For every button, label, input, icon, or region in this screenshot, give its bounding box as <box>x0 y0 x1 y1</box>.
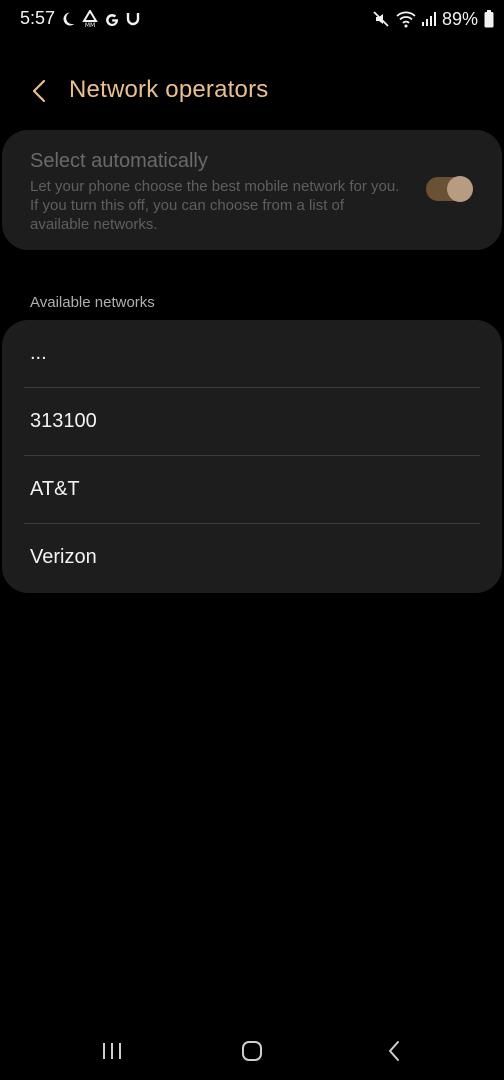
nav-back-button[interactable] <box>374 1036 414 1066</box>
status-left-icons: MM <box>60 9 140 29</box>
mute-icon <box>372 10 390 28</box>
recent-apps-icon <box>101 1041 123 1061</box>
select-automatically-card[interactable]: Select automatically Let your phone choo… <box>2 130 502 250</box>
home-button[interactable] <box>232 1036 272 1066</box>
network-item-searching[interactable]: ... <box>2 320 502 388</box>
moon-icon <box>60 11 76 27</box>
toggle-knob <box>447 176 473 202</box>
back-button[interactable] <box>22 74 56 108</box>
network-item-label: AT&T <box>30 478 80 500</box>
network-item-label: ... <box>30 342 47 364</box>
status-time: 5:57 <box>20 8 56 28</box>
network-item-att[interactable]: AT&T <box>2 456 502 524</box>
status-bar: 5:57 MM 89% <box>0 0 504 38</box>
select-automatically-description: Let your phone choose the best mobile ne… <box>30 178 400 233</box>
network-item-313100[interactable]: 313100 <box>2 388 502 456</box>
signal-icon <box>421 11 436 27</box>
wifi-icon <box>396 10 416 28</box>
battery-percentage: 89% <box>441 8 478 29</box>
network-item-label: Verizon <box>30 546 97 568</box>
battery-icon <box>484 10 494 28</box>
google-icon <box>104 11 120 27</box>
network-item-label: 313100 <box>30 410 97 432</box>
mm-icon: MM <box>82 10 98 28</box>
network-item-verizon[interactable]: Verizon <box>2 524 502 592</box>
available-networks-label: Available networks <box>30 294 155 311</box>
select-automatically-toggle[interactable] <box>426 176 473 202</box>
app-header: Network operators <box>0 66 504 118</box>
svg-text:MM: MM <box>85 22 95 28</box>
home-icon <box>241 1040 263 1062</box>
chevron-left-icon <box>32 79 46 103</box>
select-automatically-title: Select automatically <box>30 150 208 172</box>
magnet-icon <box>126 11 140 27</box>
status-right-icons: 89% <box>372 8 494 30</box>
navigation-bar <box>0 1022 504 1080</box>
page-title: Network operators <box>69 76 269 103</box>
recent-apps-button[interactable] <box>92 1036 132 1066</box>
available-networks-list: ... 313100 AT&T Verizon <box>2 320 502 593</box>
back-icon <box>387 1040 401 1062</box>
